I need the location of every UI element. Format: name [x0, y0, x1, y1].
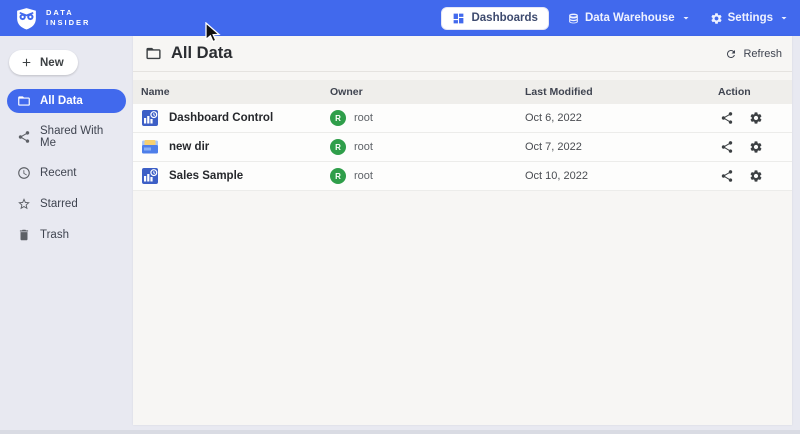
refresh-icon [725, 48, 737, 60]
gear-icon [749, 111, 763, 125]
owner-avatar: R [330, 168, 346, 184]
table-header-row: Name Owner Last Modified Action [133, 80, 792, 104]
clock-icon [17, 166, 31, 180]
owner-name: root [354, 170, 373, 182]
sidebar-item-recent[interactable]: Recent [7, 161, 126, 185]
files-table: Name Owner Last Modified Action Dashboar… [133, 80, 792, 191]
column-header-action: Action [718, 86, 792, 98]
share-button[interactable] [720, 169, 734, 183]
settings-button[interactable] [749, 169, 763, 183]
sidebar-item-label: All Data [40, 95, 83, 107]
new-button[interactable]: New [9, 50, 78, 75]
top-app-bar: DATA INSIDER Dashboards Data Warehouse S… [0, 0, 800, 36]
logo-line-1: DATA [46, 8, 90, 18]
sidebar-item-label: Recent [40, 167, 76, 179]
content-header: All Data Refresh [133, 36, 792, 72]
window-bottom-edge [0, 430, 800, 434]
dashboard-file-icon [141, 109, 159, 127]
sidebar-item-all-data[interactable]: All Data [7, 89, 126, 113]
app-logo: DATA INSIDER [14, 6, 90, 31]
share-icon [720, 169, 734, 183]
sidebar-item-label: Shared With Me [40, 125, 116, 149]
table-row[interactable]: Dashboard Control R root Oct 6, 2022 [133, 104, 792, 133]
owner-avatar: R [330, 110, 346, 126]
column-header-owner: Owner [330, 86, 525, 98]
owner-avatar: R [330, 139, 346, 155]
settings-button[interactable] [749, 140, 763, 154]
last-modified: Oct 7, 2022 [525, 141, 718, 153]
share-icon [720, 111, 734, 125]
sidebar-item-label: Starred [40, 198, 78, 210]
trash-icon [17, 228, 31, 242]
chevron-down-icon [778, 12, 790, 24]
sidebar-item-shared-with-me[interactable]: Shared With Me [7, 120, 126, 154]
main-content: All Data Refresh Name Owner Last Modifie… [133, 36, 792, 425]
owner-name: root [354, 112, 373, 124]
sidebar-item-trash[interactable]: Trash [7, 223, 126, 247]
settings-label: Settings [728, 12, 773, 24]
sidebar: New All Data Shared With Me Recent Starr… [0, 36, 133, 434]
folder-file-icon [141, 138, 159, 156]
table-row[interactable]: Sales Sample R root Oct 10, 2022 [133, 162, 792, 191]
dashboard-grid-icon [452, 12, 465, 25]
file-name[interactable]: new dir [169, 141, 209, 153]
gear-icon [749, 169, 763, 183]
new-button-label: New [40, 57, 64, 69]
settings-button[interactable] [749, 111, 763, 125]
database-icon [567, 12, 580, 25]
file-name[interactable]: Sales Sample [169, 170, 243, 182]
data-warehouse-label: Data Warehouse [585, 12, 675, 24]
folder-icon [17, 94, 31, 108]
file-name[interactable]: Dashboard Control [169, 112, 273, 124]
gear-icon [749, 140, 763, 154]
share-icon [720, 140, 734, 154]
sidebar-item-starred[interactable]: Starred [7, 192, 126, 216]
folder-icon [145, 45, 162, 62]
owl-logo-icon [14, 6, 39, 31]
app-logo-text: DATA INSIDER [46, 8, 90, 28]
sidebar-nav: All Data Shared With Me Recent Starred T… [7, 89, 126, 247]
owner-name: root [354, 141, 373, 153]
chevron-down-icon [680, 12, 692, 24]
table-row[interactable]: new dir R root Oct 7, 2022 [133, 133, 792, 162]
column-header-name: Name [133, 86, 330, 98]
share-button[interactable] [720, 111, 734, 125]
page-title: All Data [171, 44, 725, 63]
top-navigation: Dashboards Data Warehouse Settings [441, 7, 790, 30]
column-header-last-modified: Last Modified [525, 86, 718, 98]
last-modified: Oct 6, 2022 [525, 112, 718, 124]
logo-line-2: INSIDER [46, 18, 90, 28]
refresh-label: Refresh [743, 48, 782, 60]
star-icon [17, 197, 31, 211]
last-modified: Oct 10, 2022 [525, 170, 718, 182]
share-button[interactable] [720, 140, 734, 154]
settings-menu[interactable]: Settings [710, 12, 790, 25]
dashboards-label: Dashboards [471, 12, 537, 24]
sidebar-item-label: Trash [40, 229, 69, 241]
plus-icon [20, 56, 33, 69]
refresh-button[interactable]: Refresh [725, 48, 782, 60]
data-warehouse-menu[interactable]: Data Warehouse [567, 12, 692, 25]
dashboards-button[interactable]: Dashboards [441, 7, 548, 30]
gear-icon [710, 12, 723, 25]
share-icon [17, 130, 31, 144]
dashboard-file-icon [141, 167, 159, 185]
